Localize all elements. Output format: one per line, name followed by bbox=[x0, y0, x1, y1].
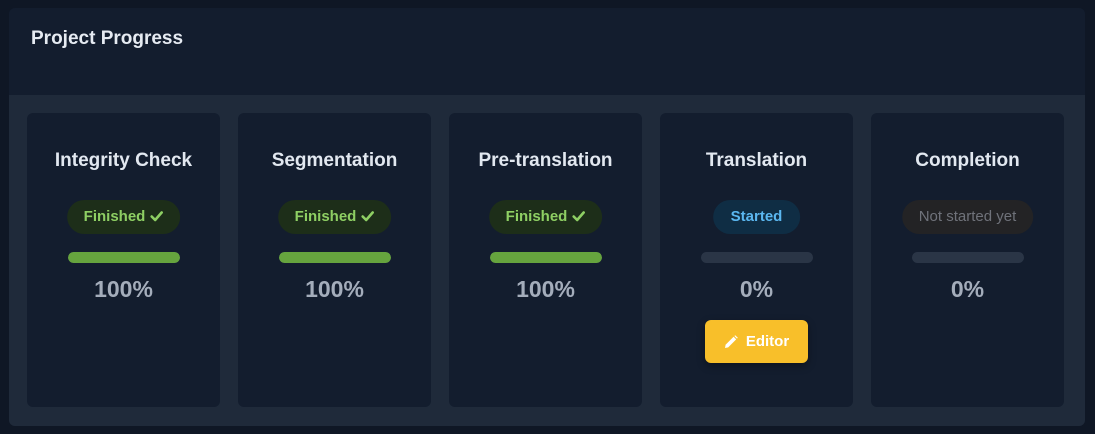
step-card-segmentation: Segmentation Finished 100% bbox=[238, 113, 431, 407]
step-card-completion: Completion Not started yet 0% bbox=[871, 113, 1064, 407]
step-title: Segmentation bbox=[271, 150, 398, 171]
progress-bar bbox=[68, 252, 180, 263]
status-badge: Finished bbox=[488, 200, 603, 234]
progress-bar-fill bbox=[68, 252, 180, 263]
checkmark-icon bbox=[361, 211, 375, 222]
editor-button[interactable]: Editor bbox=[705, 320, 808, 363]
pencil-icon bbox=[724, 334, 738, 348]
status-label: Finished bbox=[505, 208, 568, 225]
checkmark-icon bbox=[572, 211, 586, 222]
panel-title: Project Progress bbox=[31, 28, 184, 49]
status-badge: Finished bbox=[66, 200, 181, 234]
status-label: Not started yet bbox=[918, 208, 1017, 225]
status-label: Started bbox=[730, 208, 783, 225]
editor-button-label: Editor bbox=[745, 333, 790, 350]
step-title: Completion bbox=[915, 150, 1020, 171]
project-progress-panel: Project Progress Integrity Check Finishe… bbox=[9, 8, 1085, 426]
panel-header: Project Progress bbox=[9, 8, 1085, 95]
progress-bar bbox=[701, 252, 813, 263]
status-badge: Not started yet bbox=[901, 200, 1034, 234]
step-card-integrity-check: Integrity Check Finished 100% bbox=[27, 113, 220, 407]
status-badge: Started bbox=[712, 200, 801, 234]
progress-bar-fill bbox=[490, 252, 602, 263]
progress-bar bbox=[279, 252, 391, 263]
progress-bar bbox=[490, 252, 602, 263]
progress-percent: 100% bbox=[516, 276, 575, 302]
progress-percent: 100% bbox=[305, 276, 364, 302]
step-card-pre-translation: Pre-translation Finished 100% bbox=[449, 113, 642, 407]
step-title: Pre-translation bbox=[478, 150, 613, 171]
progress-percent: 100% bbox=[94, 276, 153, 302]
progress-percent: 0% bbox=[739, 276, 774, 302]
checkmark-icon bbox=[150, 211, 164, 222]
steps-list: Integrity Check Finished 100% Segmentati… bbox=[27, 113, 1064, 407]
step-title: Integrity Check bbox=[54, 150, 193, 171]
progress-bar-fill bbox=[279, 252, 391, 263]
panel-body: Integrity Check Finished 100% Segmentati… bbox=[9, 95, 1085, 426]
progress-percent: 0% bbox=[950, 276, 985, 302]
status-label: Finished bbox=[294, 208, 357, 225]
status-badge: Finished bbox=[277, 200, 392, 234]
progress-bar bbox=[912, 252, 1024, 263]
step-card-translation: Translation Started 0% Editor bbox=[660, 113, 853, 407]
status-label: Finished bbox=[83, 208, 146, 225]
step-title: Translation bbox=[705, 150, 808, 171]
